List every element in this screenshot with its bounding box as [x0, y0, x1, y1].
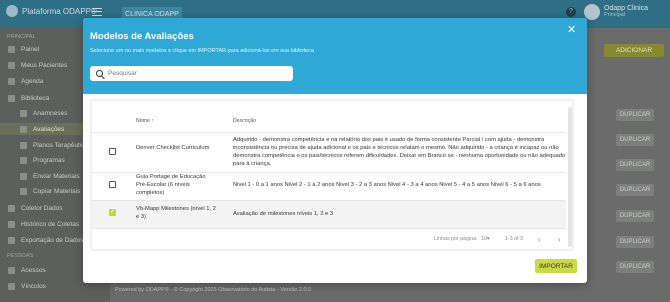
row-name: Vb-Mapp Milestones (nível 1, 2 e 3) — [136, 206, 216, 220]
col-header-description: Descrição — [233, 118, 257, 124]
row-name: Guia Portage de Educação Pré-Escolar (6 … — [136, 174, 206, 196]
footer: Powered by ODAPP® - © Copyright 2025 Obs… — [115, 287, 312, 293]
models-dialog: Modelos de Avaliações Selecione um ou ma… — [83, 18, 587, 283]
sort-up-icon: ↑ — [151, 118, 154, 124]
duplicate-button[interactable]: DUPLICAR — [616, 261, 654, 273]
duplicate-button[interactable]: DUPLICAR — [616, 109, 654, 121]
link-icon — [8, 283, 15, 290]
next-page-icon[interactable]: › — [558, 235, 561, 244]
dashboard-icon — [8, 46, 15, 53]
row-checkbox[interactable] — [109, 148, 116, 155]
row-description: Avaliação de milestones níveis 1, 2 e 3 — [233, 211, 334, 217]
user-info[interactable]: Odapp Clinica Principal — [604, 5, 648, 18]
row-checkbox[interactable] — [109, 181, 116, 188]
dialog-title: Modelos de Avaliações — [90, 31, 194, 42]
dropdown-icon: ▾ — [486, 236, 490, 242]
duplicate-button[interactable]: DUPLICAR — [616, 210, 654, 222]
duplicate-button[interactable]: DUPLICAR — [616, 159, 654, 171]
library-icon — [8, 95, 15, 102]
duplicate-button[interactable]: DUPLICAR — [616, 236, 654, 248]
models-table: Nome ↑ Descrição Denver Checklist Curric… — [91, 100, 573, 250]
search-box[interactable] — [90, 66, 293, 81]
row-checkbox-checked[interactable] — [109, 208, 116, 216]
divider — [92, 228, 566, 229]
duplicate-button[interactable]: DUPLICAR — [616, 134, 654, 146]
copy-icon — [20, 188, 27, 195]
logo-icon — [6, 5, 18, 17]
sidebar-section-main: Principal — [7, 34, 36, 40]
rows-per-page-select[interactable]: 10▾ — [481, 236, 490, 242]
export-icon — [8, 237, 15, 244]
search-input[interactable] — [108, 70, 288, 77]
help-icon[interactable]: ? — [566, 7, 576, 17]
plan-icon — [20, 142, 27, 149]
hamburger-icon[interactable] — [92, 8, 102, 16]
dialog-header: Modelos de Avaliações Selecione um ou ma… — [83, 18, 587, 94]
history-icon — [8, 221, 15, 228]
checklist-icon — [20, 125, 27, 133]
calendar-icon — [8, 78, 15, 85]
brand: Plataforma ODAPP® — [6, 5, 97, 17]
prev-page-icon[interactable]: ‹ — [538, 235, 541, 244]
program-icon — [20, 157, 27, 164]
add-button[interactable]: ADICIONAR — [604, 44, 664, 57]
row-description: Nivel 1 - 0 a 1 anos Nivel 2 - 1 a 2 ano… — [233, 182, 541, 188]
sidebar-item-vinculos[interactable]: Vínculos — [8, 283, 110, 290]
row-description: Adquirido - demonstra competência e na r… — [233, 137, 566, 167]
collector-icon — [8, 205, 15, 212]
dialog-subtitle: Selecione um ou mais modelos e clique em… — [90, 48, 314, 54]
divider — [92, 132, 566, 133]
rows-per-page-label: Linhas por página: — [434, 236, 478, 242]
search-icon — [96, 70, 103, 77]
sidebar-section-people: Pessoas — [7, 253, 34, 259]
pagination-range: 1-3 of 3 — [505, 236, 523, 242]
col-header-name[interactable]: Nome ↑ — [136, 118, 154, 124]
duplicate-button[interactable]: DUPLICAR — [616, 184, 654, 196]
access-icon — [8, 267, 15, 274]
import-button[interactable]: IMPORTAR — [535, 259, 577, 273]
send-icon — [20, 173, 27, 180]
row-name: Denver Checklist Curriculum — [136, 145, 210, 151]
patients-icon — [8, 62, 15, 69]
doc-icon — [20, 110, 27, 117]
close-icon[interactable]: ✕ — [567, 25, 576, 36]
scrollbar[interactable] — [568, 107, 572, 247]
